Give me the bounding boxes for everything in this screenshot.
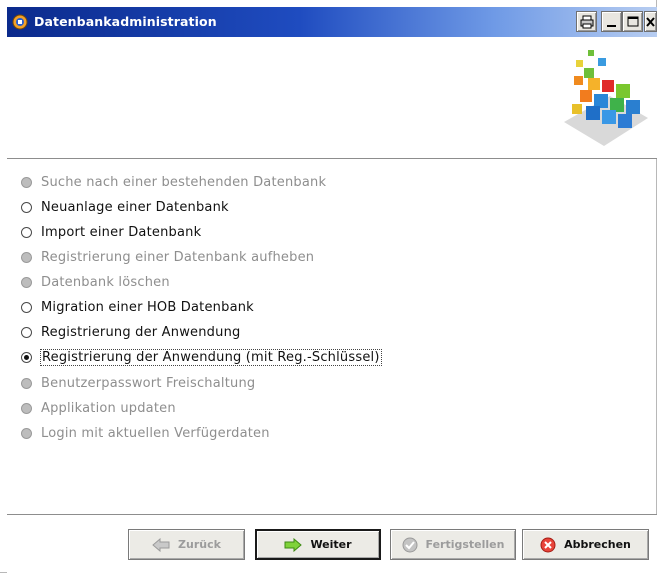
option-label: Datenbank löschen [41,274,170,290]
app-icon [12,14,28,30]
option-register-application-with-key[interactable]: Registrierung der Anwendung (mit Reg.-Sc… [21,346,382,368]
option-label: Login mit aktuellen Verfügerdaten [41,425,270,441]
check-icon [402,537,418,553]
next-button[interactable]: Weiter [255,529,381,560]
option-unregister-database[interactable]: Registrierung einer Datenbank aufheben [21,246,314,268]
radio-button[interactable] [21,176,32,188]
radio-button[interactable] [21,402,32,414]
close-icon [646,17,655,27]
back-button[interactable]: Zurück [128,529,245,560]
option-import-database[interactable]: Import einer Datenbank [21,221,201,243]
option-label: Import einer Datenbank [41,224,202,240]
maximize-icon [627,16,639,27]
option-label: Applikation updaten [41,400,176,416]
radio-button[interactable] [21,427,32,439]
cancel-button-label: Abbrechen [564,538,631,551]
option-label: Neuanlage einer Datenbank [41,199,229,215]
cubes-logo-icon [564,50,648,146]
cancel-button[interactable]: Abbrechen [522,529,649,560]
print-button[interactable] [576,11,597,32]
option-login-current-data[interactable]: Login mit aktuellen Verfügerdaten [21,422,270,444]
arrow-right-icon [284,537,303,552]
back-button-label: Zurück [178,538,221,551]
dialog-window: Datenbankadministration Suche nach einer… [0,0,657,574]
title-bar[interactable]: Datenbankadministration [7,7,657,37]
cancel-icon [540,537,556,553]
arrow-left-icon [152,537,170,552]
option-label: Registrierung der Anwendung (mit Reg.-Sc… [40,348,382,366]
minimize-icon [607,25,616,27]
option-label: Benutzerpasswort Freischaltung [41,375,256,391]
option-migrate-hob-database[interactable]: Migration einer HOB Datenbank [21,296,254,318]
print-icon [580,15,594,29]
option-delete-database[interactable]: Datenbank löschen [21,271,170,293]
option-new-database[interactable]: Neuanlage einer Datenbank [21,196,229,218]
radio-button[interactable] [21,251,32,263]
option-search-database[interactable]: Suche nach einer bestehenden Datenbank [21,171,326,193]
maximize-button[interactable] [622,11,643,32]
radio-button[interactable] [21,326,32,338]
header-panel [7,37,657,159]
radio-button[interactable] [21,226,32,238]
finish-button-label: Fertigstellen [425,538,505,551]
option-register-application[interactable]: Registrierung der Anwendung [21,321,240,343]
window-title: Datenbankadministration [34,14,217,29]
option-list: Suche nach einer bestehenden Datenbank N… [7,159,657,514]
option-label: Registrierung der Anwendung [41,324,241,340]
radio-button[interactable] [21,276,32,288]
option-label: Migration einer HOB Datenbank [41,299,254,315]
close-button[interactable] [644,11,657,32]
button-bar: Zurück Weiter Fertigstellen Abbrechen [7,514,657,574]
option-label: Registrierung einer Datenbank aufheben [41,249,315,265]
minimize-button[interactable] [601,11,622,32]
radio-button-checked[interactable] [21,351,32,363]
next-button-label: Weiter [310,538,352,551]
option-user-password-unlock[interactable]: Benutzerpasswort Freischaltung [21,372,255,394]
radio-button[interactable] [21,377,32,389]
option-update-application[interactable]: Applikation updaten [21,397,176,419]
radio-button[interactable] [21,201,32,213]
finish-button[interactable]: Fertigstellen [390,529,516,560]
option-label: Suche nach einer bestehenden Datenbank [41,174,327,190]
radio-button[interactable] [21,301,32,313]
